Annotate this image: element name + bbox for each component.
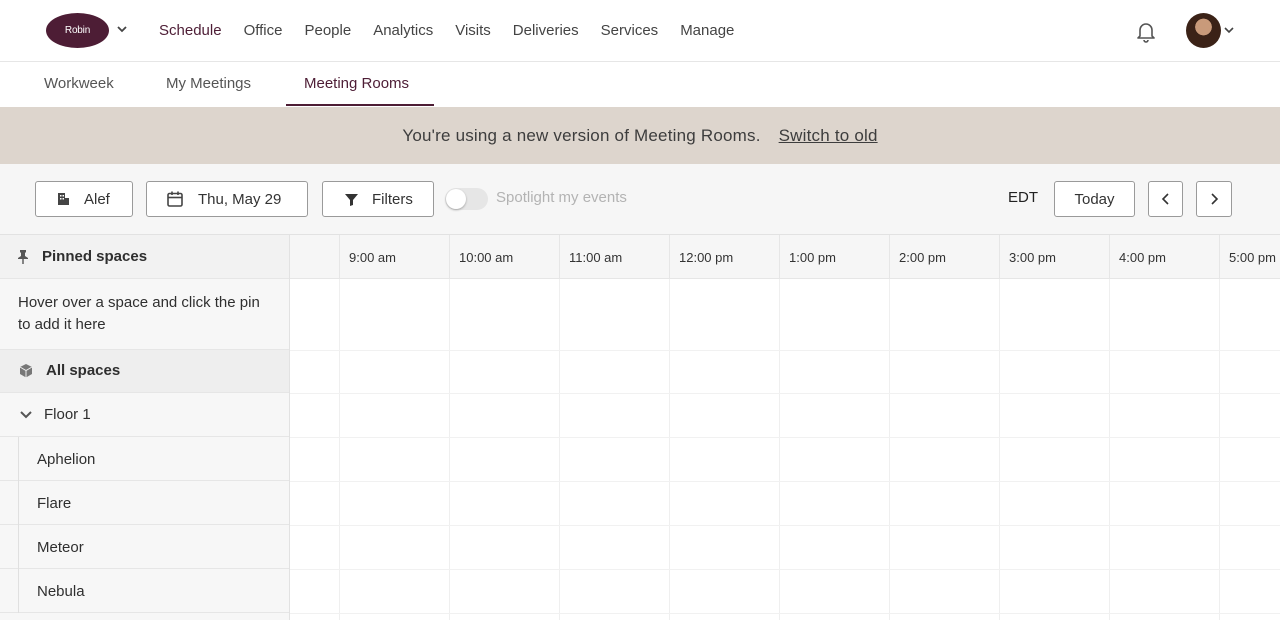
spotlight-toggle-knob[interactable] bbox=[446, 189, 466, 209]
nav-manage[interactable]: Manage bbox=[680, 20, 734, 42]
filters-label: Filters bbox=[372, 190, 413, 208]
building-icon bbox=[58, 193, 69, 205]
previous-day-button[interactable] bbox=[1148, 181, 1183, 217]
date-label: Thu, May 29 bbox=[198, 190, 282, 208]
chevron-down-icon[interactable] bbox=[115, 22, 129, 36]
grid-row-line bbox=[290, 481, 1280, 482]
spaces-sidebar: Pinned spaces Hover over a space and cli… bbox=[0, 235, 290, 620]
spotlight-label: Spotlight my events bbox=[496, 189, 627, 206]
timezone-label: EDT bbox=[1008, 189, 1038, 206]
hour-label: 11:00 am bbox=[569, 250, 623, 265]
top-nav: Robin Schedule Office People Analytics V… bbox=[0, 0, 1280, 62]
room-indent-line bbox=[18, 525, 19, 569]
hour-label: 5:00 pm bbox=[1229, 250, 1276, 265]
pinned-hint-text: Hover over a space and click the pin to … bbox=[18, 294, 260, 333]
nav-people[interactable]: People bbox=[304, 20, 351, 42]
grid-row-line bbox=[290, 393, 1280, 394]
hour-label: 2:00 pm bbox=[899, 250, 946, 265]
nav-deliveries[interactable]: Deliveries bbox=[513, 20, 579, 42]
pin-icon bbox=[18, 250, 28, 264]
switch-to-old-link[interactable]: Switch to old bbox=[779, 126, 878, 146]
timeline-grid[interactable] bbox=[290, 279, 1280, 620]
bell-icon[interactable] bbox=[1134, 19, 1158, 43]
grid-row-line bbox=[290, 525, 1280, 526]
room-indent-line bbox=[18, 569, 19, 613]
room-indent-line bbox=[18, 481, 19, 525]
grid-row-line bbox=[290, 437, 1280, 438]
nav-schedule[interactable]: Schedule bbox=[159, 20, 222, 42]
all-spaces-header[interactable]: All spaces bbox=[0, 350, 289, 393]
chevron-right-icon bbox=[1211, 193, 1219, 205]
room-row[interactable]: Nebula bbox=[0, 569, 289, 613]
avatar[interactable] bbox=[1186, 13, 1221, 48]
room-name: Nebula bbox=[37, 583, 85, 600]
version-banner: You're using a new version of Meeting Ro… bbox=[0, 107, 1280, 164]
building-selector[interactable]: Alef bbox=[35, 181, 133, 217]
calendar-icon bbox=[167, 191, 183, 207]
nav-office[interactable]: Office bbox=[244, 20, 283, 42]
hour-divider bbox=[449, 235, 450, 279]
floor-label: Floor 1 bbox=[44, 406, 91, 423]
cube-icon bbox=[19, 364, 33, 378]
grid-row-line bbox=[290, 350, 1280, 351]
toolbar: Alef Thu, May 29 Filters Today bbox=[0, 164, 1280, 235]
active-tab-indicator bbox=[286, 104, 434, 106]
room-row[interactable]: Meteor bbox=[0, 525, 289, 569]
filters-button[interactable]: Filters bbox=[322, 181, 434, 217]
tab-workweek[interactable]: Workweek bbox=[44, 75, 114, 92]
grid-row-line bbox=[290, 613, 1280, 614]
today-button[interactable]: Today bbox=[1054, 181, 1135, 217]
hour-divider bbox=[669, 235, 670, 279]
timeline-header: 9:00 am 10:00 am 11:00 am 12:00 pm 1:00 … bbox=[290, 235, 1280, 279]
sub-tabs: Workweek My Meetings Meeting Rooms bbox=[0, 63, 1280, 107]
nav-services[interactable]: Services bbox=[601, 20, 659, 42]
hour-divider bbox=[339, 235, 340, 279]
banner-message: You're using a new version of Meeting Ro… bbox=[402, 125, 761, 145]
filter-icon bbox=[345, 193, 358, 206]
building-label: Alef bbox=[84, 190, 110, 208]
room-row[interactable]: Aphelion bbox=[0, 437, 289, 481]
room-name: Meteor bbox=[37, 539, 84, 556]
main-nav: Schedule Office People Analytics Visits … bbox=[159, 20, 756, 42]
room-name: Flare bbox=[37, 495, 72, 512]
hour-label: 1:00 pm bbox=[789, 250, 836, 265]
hour-divider bbox=[1219, 235, 1220, 279]
hour-label: 4:00 pm bbox=[1119, 250, 1166, 265]
tab-meeting-rooms[interactable]: Meeting Rooms bbox=[304, 75, 409, 92]
all-spaces-title: All spaces bbox=[46, 362, 121, 379]
chevron-down-icon[interactable] bbox=[1223, 24, 1235, 36]
hour-label: 3:00 pm bbox=[1009, 250, 1056, 265]
nav-visits[interactable]: Visits bbox=[455, 20, 491, 42]
hour-divider bbox=[779, 235, 780, 279]
chevron-left-icon bbox=[1161, 193, 1169, 205]
hour-divider bbox=[559, 235, 560, 279]
nav-analytics[interactable]: Analytics bbox=[373, 20, 433, 42]
pinned-spaces-header: Pinned spaces bbox=[0, 235, 289, 279]
today-label: Today bbox=[1074, 190, 1115, 208]
hour-label: 9:00 am bbox=[349, 250, 396, 265]
logo-text: Robin bbox=[64, 25, 91, 36]
tab-my-meetings[interactable]: My Meetings bbox=[166, 75, 251, 92]
robin-logo[interactable]: Robin bbox=[46, 13, 109, 48]
hour-divider bbox=[889, 235, 890, 279]
chevron-down-icon[interactable] bbox=[19, 409, 33, 421]
room-row[interactable]: Flare bbox=[0, 481, 289, 525]
hour-divider bbox=[999, 235, 1000, 279]
date-picker[interactable]: Thu, May 29 bbox=[146, 181, 308, 217]
hour-label: 10:00 am bbox=[459, 250, 514, 265]
hour-divider bbox=[1109, 235, 1110, 279]
floor-header[interactable]: Floor 1 bbox=[0, 393, 289, 437]
next-day-button[interactable] bbox=[1196, 181, 1232, 217]
pinned-spaces-hint: Hover over a space and click the pin to … bbox=[0, 279, 289, 350]
room-indent-line bbox=[18, 437, 19, 481]
hour-label: 12:00 pm bbox=[679, 250, 734, 265]
pinned-spaces-title: Pinned spaces bbox=[42, 248, 148, 265]
grid-row-line bbox=[290, 569, 1280, 570]
room-name: Aphelion bbox=[37, 451, 96, 468]
